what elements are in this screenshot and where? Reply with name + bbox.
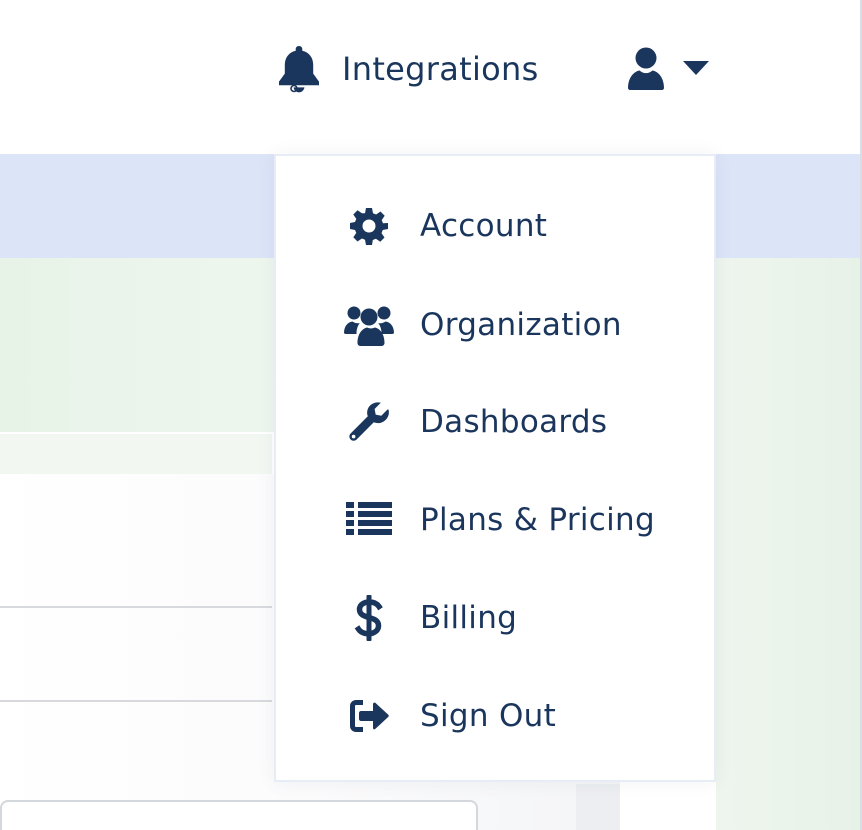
integrations-link[interactable]: Integrations — [276, 44, 539, 94]
menu-item-organization[interactable]: Organization — [276, 295, 714, 355]
side-panel — [716, 258, 860, 830]
menu-item-sign-out[interactable]: Sign Out — [276, 686, 714, 746]
wrench-icon — [344, 397, 394, 447]
user-icon — [628, 47, 664, 90]
user-menu-button[interactable] — [626, 46, 710, 90]
list-icon — [344, 495, 394, 545]
menu-item-plans-pricing[interactable]: Plans & Pricing — [276, 490, 714, 550]
caret-down-icon — [683, 61, 709, 75]
menu-item-label: Account — [420, 208, 548, 244]
menu-item-label: Plans & Pricing — [420, 502, 655, 538]
user-dropdown-menu: Account Organization Dashboards Plans & … — [274, 154, 716, 782]
menu-item-dashboards[interactable]: Dashboards — [276, 392, 714, 452]
text-input[interactable] — [0, 800, 478, 830]
menu-item-label: Sign Out — [420, 698, 557, 734]
section-strip — [0, 432, 272, 476]
row-divider — [0, 700, 272, 702]
users-icon — [344, 300, 394, 350]
menu-item-label: Organization — [420, 307, 622, 343]
dollar-icon — [344, 593, 394, 643]
menu-item-label: Billing — [420, 600, 518, 636]
integrations-label: Integrations — [342, 50, 539, 88]
app-page: Integrations Account Organization Dashbo… — [0, 0, 862, 830]
menu-item-label: Dashboards — [420, 404, 608, 440]
gear-icon — [344, 201, 394, 251]
card-edge — [576, 784, 620, 830]
top-navbar: Integrations — [0, 0, 860, 154]
sign-out-icon — [344, 691, 394, 741]
menu-item-billing[interactable]: Billing — [276, 588, 714, 648]
bell-icon — [279, 46, 319, 93]
row-divider — [0, 606, 272, 608]
menu-item-account[interactable]: Account — [276, 196, 714, 256]
